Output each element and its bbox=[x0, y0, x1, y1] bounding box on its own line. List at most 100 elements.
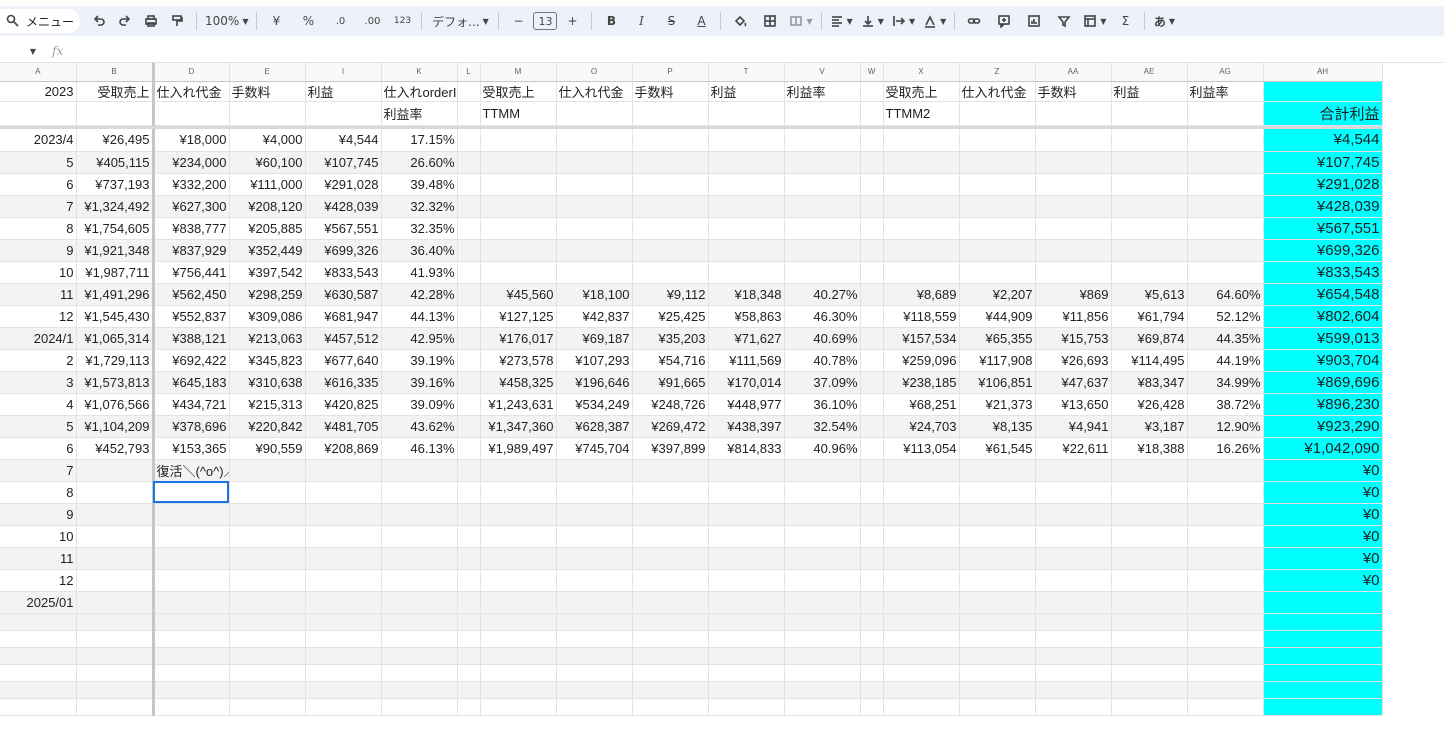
grid-cell[interactable] bbox=[305, 681, 382, 699]
grid-cell[interactable]: ¥26,495 bbox=[76, 129, 155, 152]
vertical-align-icon[interactable]: ▼ bbox=[859, 9, 886, 33]
header-cell[interactable]: 受取売上 bbox=[883, 81, 960, 102]
grid-cell[interactable] bbox=[1263, 591, 1383, 614]
grid-cell[interactable] bbox=[1035, 503, 1112, 526]
percent-format-button[interactable]: % bbox=[295, 9, 321, 33]
grid-cell[interactable] bbox=[1111, 591, 1188, 614]
grid-cell[interactable] bbox=[229, 647, 306, 665]
grid-cell[interactable] bbox=[76, 525, 155, 548]
grid-cell[interactable]: 43.62% bbox=[381, 415, 458, 438]
grid-cell[interactable]: ¥0 bbox=[1263, 569, 1383, 592]
strikethrough-button[interactable]: S bbox=[658, 9, 684, 33]
grid-cell[interactable]: ¥481,705 bbox=[305, 415, 382, 438]
grid-cell[interactable] bbox=[305, 630, 382, 648]
grid-cell[interactable] bbox=[883, 459, 960, 482]
header-cell[interactable]: 利益率 bbox=[1187, 81, 1264, 102]
grid-cell[interactable] bbox=[153, 503, 230, 526]
grid-cell[interactable]: ¥654,548 bbox=[1263, 283, 1383, 306]
grid-cell[interactable] bbox=[480, 698, 557, 716]
grid-cell[interactable] bbox=[860, 591, 884, 614]
grid-cell[interactable]: ¥1,921,348 bbox=[76, 239, 155, 262]
grid-cell[interactable] bbox=[1187, 217, 1264, 240]
grid-cell[interactable]: ¥310,638 bbox=[229, 371, 306, 394]
grid-cell[interactable] bbox=[860, 305, 884, 328]
grid-cell[interactable] bbox=[305, 569, 382, 592]
column-header-b[interactable]: B bbox=[76, 63, 155, 82]
grid-cell[interactable] bbox=[1111, 217, 1188, 240]
grid-cell[interactable]: 37.09% bbox=[784, 371, 861, 394]
grid-cell[interactable]: ¥8,135 bbox=[959, 415, 1036, 438]
grid-cell[interactable] bbox=[959, 261, 1036, 284]
grid-cell[interactable]: ¥25,425 bbox=[632, 305, 709, 328]
currency-format-button[interactable]: ¥ bbox=[263, 9, 289, 33]
grid-cell[interactable] bbox=[1035, 591, 1112, 614]
grid-cell[interactable] bbox=[0, 681, 77, 699]
text-wrap-icon[interactable]: ▼ bbox=[890, 9, 917, 33]
input-tools-button[interactable]: あ ▼ bbox=[1151, 9, 1177, 33]
grid-cell[interactable]: ¥452,793 bbox=[76, 437, 155, 460]
header-cell[interactable]: 利益率 bbox=[784, 81, 861, 102]
grid-cell[interactable] bbox=[457, 415, 481, 438]
grid-cell[interactable] bbox=[457, 173, 481, 196]
grid-cell[interactable] bbox=[883, 569, 960, 592]
decrease-decimal-button[interactable]: .0 bbox=[327, 9, 353, 33]
grid-cell[interactable]: ¥1,545,430 bbox=[76, 305, 155, 328]
grid-cell[interactable] bbox=[860, 437, 884, 460]
grid-cell[interactable] bbox=[784, 459, 861, 482]
grid-cell[interactable]: 10 bbox=[0, 261, 77, 284]
functions-table-icon[interactable]: ▼ bbox=[1081, 9, 1108, 33]
grid-cell[interactable] bbox=[381, 503, 458, 526]
font-size-field[interactable]: 13 bbox=[531, 9, 559, 33]
grid-cell[interactable] bbox=[632, 569, 709, 592]
grid-cell[interactable] bbox=[229, 630, 306, 648]
grid-cell[interactable] bbox=[457, 547, 481, 570]
grid-cell[interactable] bbox=[708, 647, 785, 665]
grid-cell[interactable] bbox=[229, 591, 306, 614]
grid-cell[interactable]: ¥205,885 bbox=[229, 217, 306, 240]
grid-cell[interactable]: 41.93% bbox=[381, 261, 458, 284]
grid-cell[interactable] bbox=[959, 698, 1036, 716]
grid-cell[interactable] bbox=[1187, 503, 1264, 526]
grid-cell[interactable]: ¥562,450 bbox=[153, 283, 230, 306]
column-header-a[interactable]: A bbox=[0, 63, 77, 82]
grid-cell[interactable] bbox=[556, 261, 633, 284]
grid-cell[interactable]: ¥552,837 bbox=[153, 305, 230, 328]
grid-cell[interactable] bbox=[76, 481, 155, 504]
grid-cell[interactable]: 6 bbox=[0, 437, 77, 460]
grid-cell[interactable] bbox=[1263, 664, 1383, 682]
grid-cell[interactable] bbox=[229, 681, 306, 699]
grid-cell[interactable]: ¥44,909 bbox=[959, 305, 1036, 328]
grid-cell[interactable] bbox=[959, 681, 1036, 699]
grid-cell[interactable] bbox=[784, 681, 861, 699]
grid-cell[interactable] bbox=[1035, 681, 1112, 699]
grid-cell[interactable]: ¥699,326 bbox=[1263, 239, 1383, 262]
grid-cell[interactable] bbox=[632, 481, 709, 504]
grid-cell[interactable] bbox=[632, 217, 709, 240]
grid-cell[interactable]: ¥567,551 bbox=[1263, 217, 1383, 240]
undo-icon[interactable] bbox=[86, 9, 112, 33]
grid-cell[interactable]: ¥4,544 bbox=[1263, 129, 1383, 152]
grid-cell[interactable]: 2023/4 bbox=[0, 129, 77, 152]
grid-cell[interactable] bbox=[480, 547, 557, 570]
grid-cell[interactable]: ¥332,200 bbox=[153, 173, 230, 196]
grid-cell[interactable] bbox=[708, 195, 785, 218]
grid-cell[interactable] bbox=[556, 569, 633, 592]
grid-cell[interactable]: ¥397,542 bbox=[229, 261, 306, 284]
grid-cell[interactable]: ¥8,689 bbox=[883, 283, 960, 306]
grid-cell[interactable] bbox=[784, 647, 861, 665]
header-cell[interactable]: 合計利益 bbox=[1263, 101, 1383, 126]
column-header-ag[interactable]: AG bbox=[1187, 63, 1264, 82]
grid-cell[interactable] bbox=[556, 647, 633, 665]
grid-cell[interactable]: ¥61,545 bbox=[959, 437, 1036, 460]
grid-cell[interactable]: 42.28% bbox=[381, 283, 458, 306]
grid-cell[interactable] bbox=[480, 459, 557, 482]
grid-cell[interactable] bbox=[229, 664, 306, 682]
grid-cell[interactable]: ¥1,989,497 bbox=[480, 437, 557, 460]
grid-cell[interactable]: ¥428,039 bbox=[305, 195, 382, 218]
grid-cell[interactable]: ¥699,326 bbox=[305, 239, 382, 262]
grid-cell[interactable]: 39.48% bbox=[381, 173, 458, 196]
grid-cell[interactable]: ¥35,203 bbox=[632, 327, 709, 350]
grid-cell[interactable] bbox=[883, 239, 960, 262]
grid-cell[interactable] bbox=[1187, 569, 1264, 592]
grid-cell[interactable] bbox=[1187, 525, 1264, 548]
